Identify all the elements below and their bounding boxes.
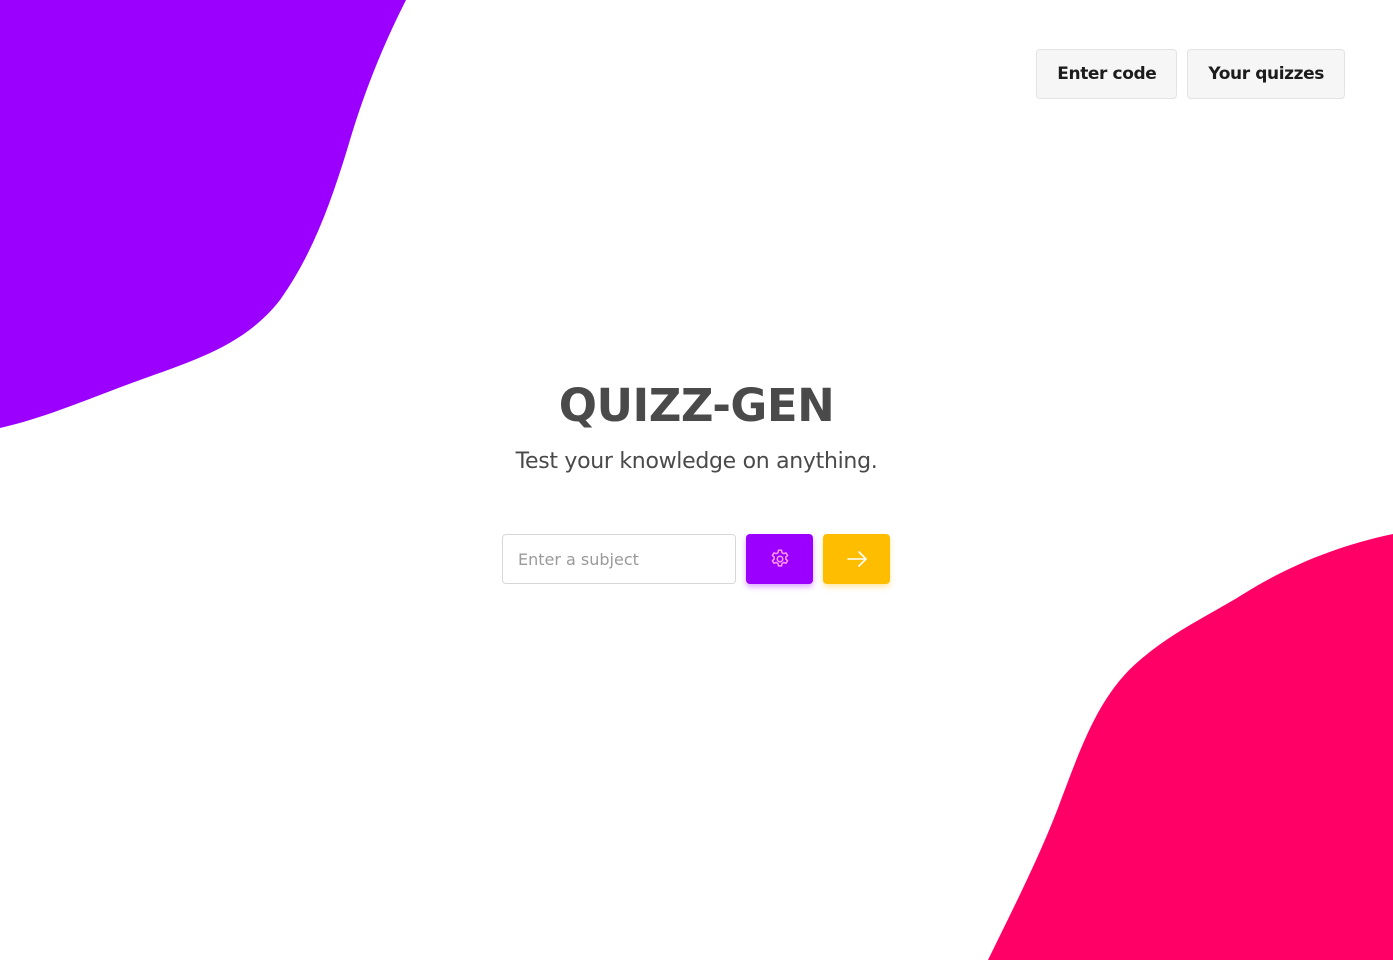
app-subtitle: Test your knowledge on anything. [515, 449, 878, 474]
subject-input[interactable] [502, 534, 736, 584]
submit-button[interactable] [823, 534, 890, 584]
gear-icon [771, 549, 788, 567]
top-actions: Enter code Your quizzes [1036, 49, 1345, 99]
purple-blob [0, 0, 406, 428]
your-quizzes-button[interactable]: Your quizzes [1187, 49, 1345, 99]
quiz-gen-home: Enter code Your quizzes QUIZZ-GEN Test y… [0, 0, 1393, 960]
subject-form [502, 534, 890, 584]
background-blobs [0, 0, 1393, 960]
app-title: QUIZZ-GEN [558, 379, 835, 432]
hero: QUIZZ-GEN Test your knowledge on anythin… [0, 378, 1393, 478]
pink-blob [988, 534, 1393, 960]
enter-code-button[interactable]: Enter code [1036, 49, 1178, 99]
arrow-right-icon [846, 551, 867, 567]
settings-button[interactable] [746, 534, 813, 584]
